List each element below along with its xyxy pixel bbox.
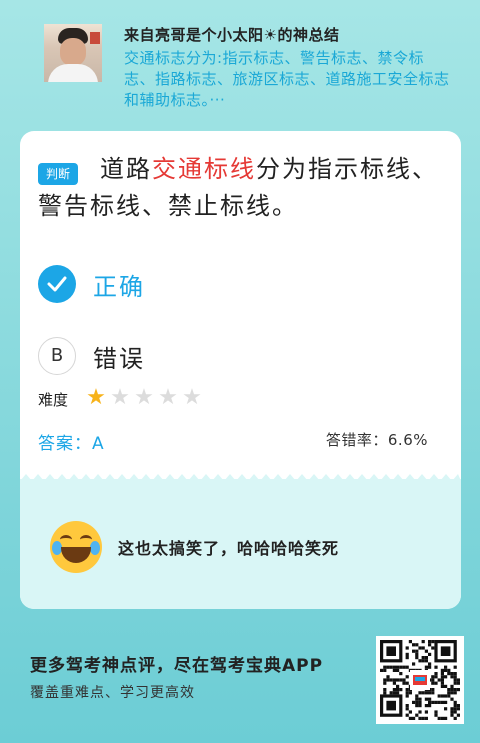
question-type-badge: 判断: [38, 163, 78, 185]
question-card: 道路交通标线分为指示标线、警告标线、禁止标线。 判断 正确 B 错误 难度 ★ ★…: [20, 131, 461, 609]
author-name[interactable]: 来自亮哥是个小太阳☀的神总结: [124, 24, 339, 45]
star-icon: ★: [182, 385, 202, 410]
difficulty-label: 难度: [38, 391, 69, 409]
star-icon: ★: [110, 385, 130, 410]
summary-text[interactable]: 交通标志分为:指示标志、警告标志、禁令标志、指路标志、旅游区标志、道路施工安全标…: [124, 48, 454, 111]
option-a-label: 正确: [93, 273, 145, 301]
star-icon: ★: [158, 385, 178, 410]
option-b-label: 错误: [93, 345, 145, 373]
difficulty-rating: ★ ★ ★ ★ ★: [84, 386, 204, 410]
error-rate: 答错率：6.6%: [325, 431, 428, 449]
promo-title: 更多驾考神点评，尽在驾考宝典APP: [30, 656, 324, 676]
comment-header: 来自亮哥是个小太阳☀的神总结 交通标志分为:指示标志、警告标志、禁令标志、指路标…: [0, 0, 480, 120]
avatar[interactable]: [44, 24, 102, 82]
rofl-emoji-icon: [50, 521, 102, 573]
star-icon: ★: [86, 385, 106, 410]
comment-text: 这也太搞笑了，哈哈哈哈笑死: [118, 539, 340, 558]
star-icon: ★: [134, 385, 154, 410]
question-text: 道路交通标线分为指示标线、警告标线、禁止标线。: [38, 151, 438, 225]
qr-code-icon[interactable]: [376, 636, 464, 724]
question-text-before: 道路: [100, 155, 152, 183]
answer-text: 答案：A: [38, 434, 105, 454]
promo-subtitle: 覆盖重难点、学习更高效: [30, 685, 195, 701]
option-b-key: B: [38, 337, 76, 375]
question-keyword: 交通标线: [152, 155, 256, 183]
check-icon: [38, 265, 76, 303]
